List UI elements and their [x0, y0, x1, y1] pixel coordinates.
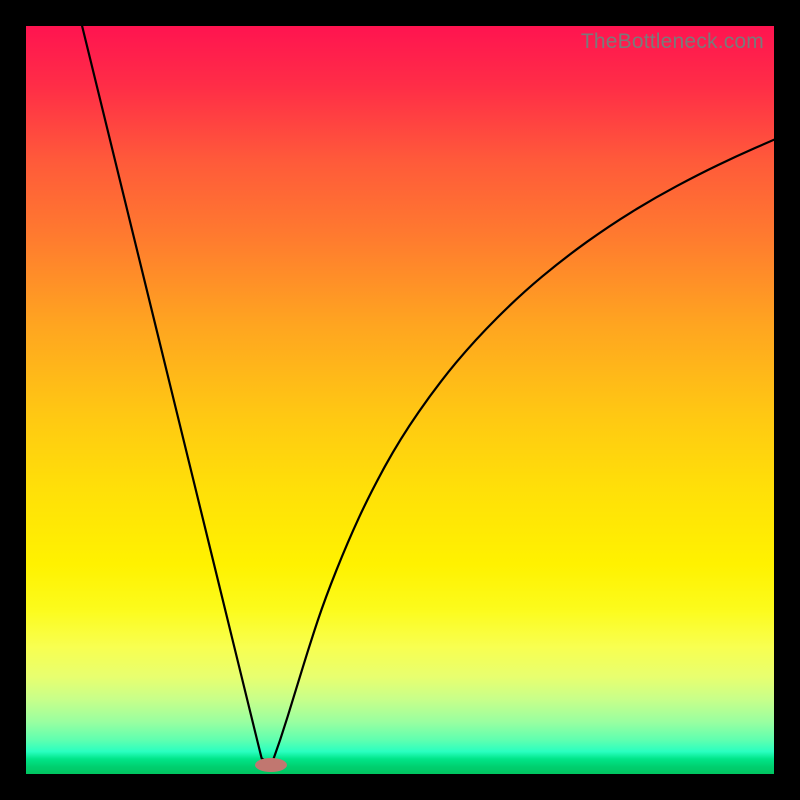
curve-left-branch	[82, 26, 271, 765]
watermark-text: TheBottleneck.com	[581, 30, 764, 54]
bottleneck-curve	[26, 26, 774, 774]
curve-right-branch	[271, 140, 774, 765]
chart-frame: TheBottleneck.com	[26, 26, 774, 774]
